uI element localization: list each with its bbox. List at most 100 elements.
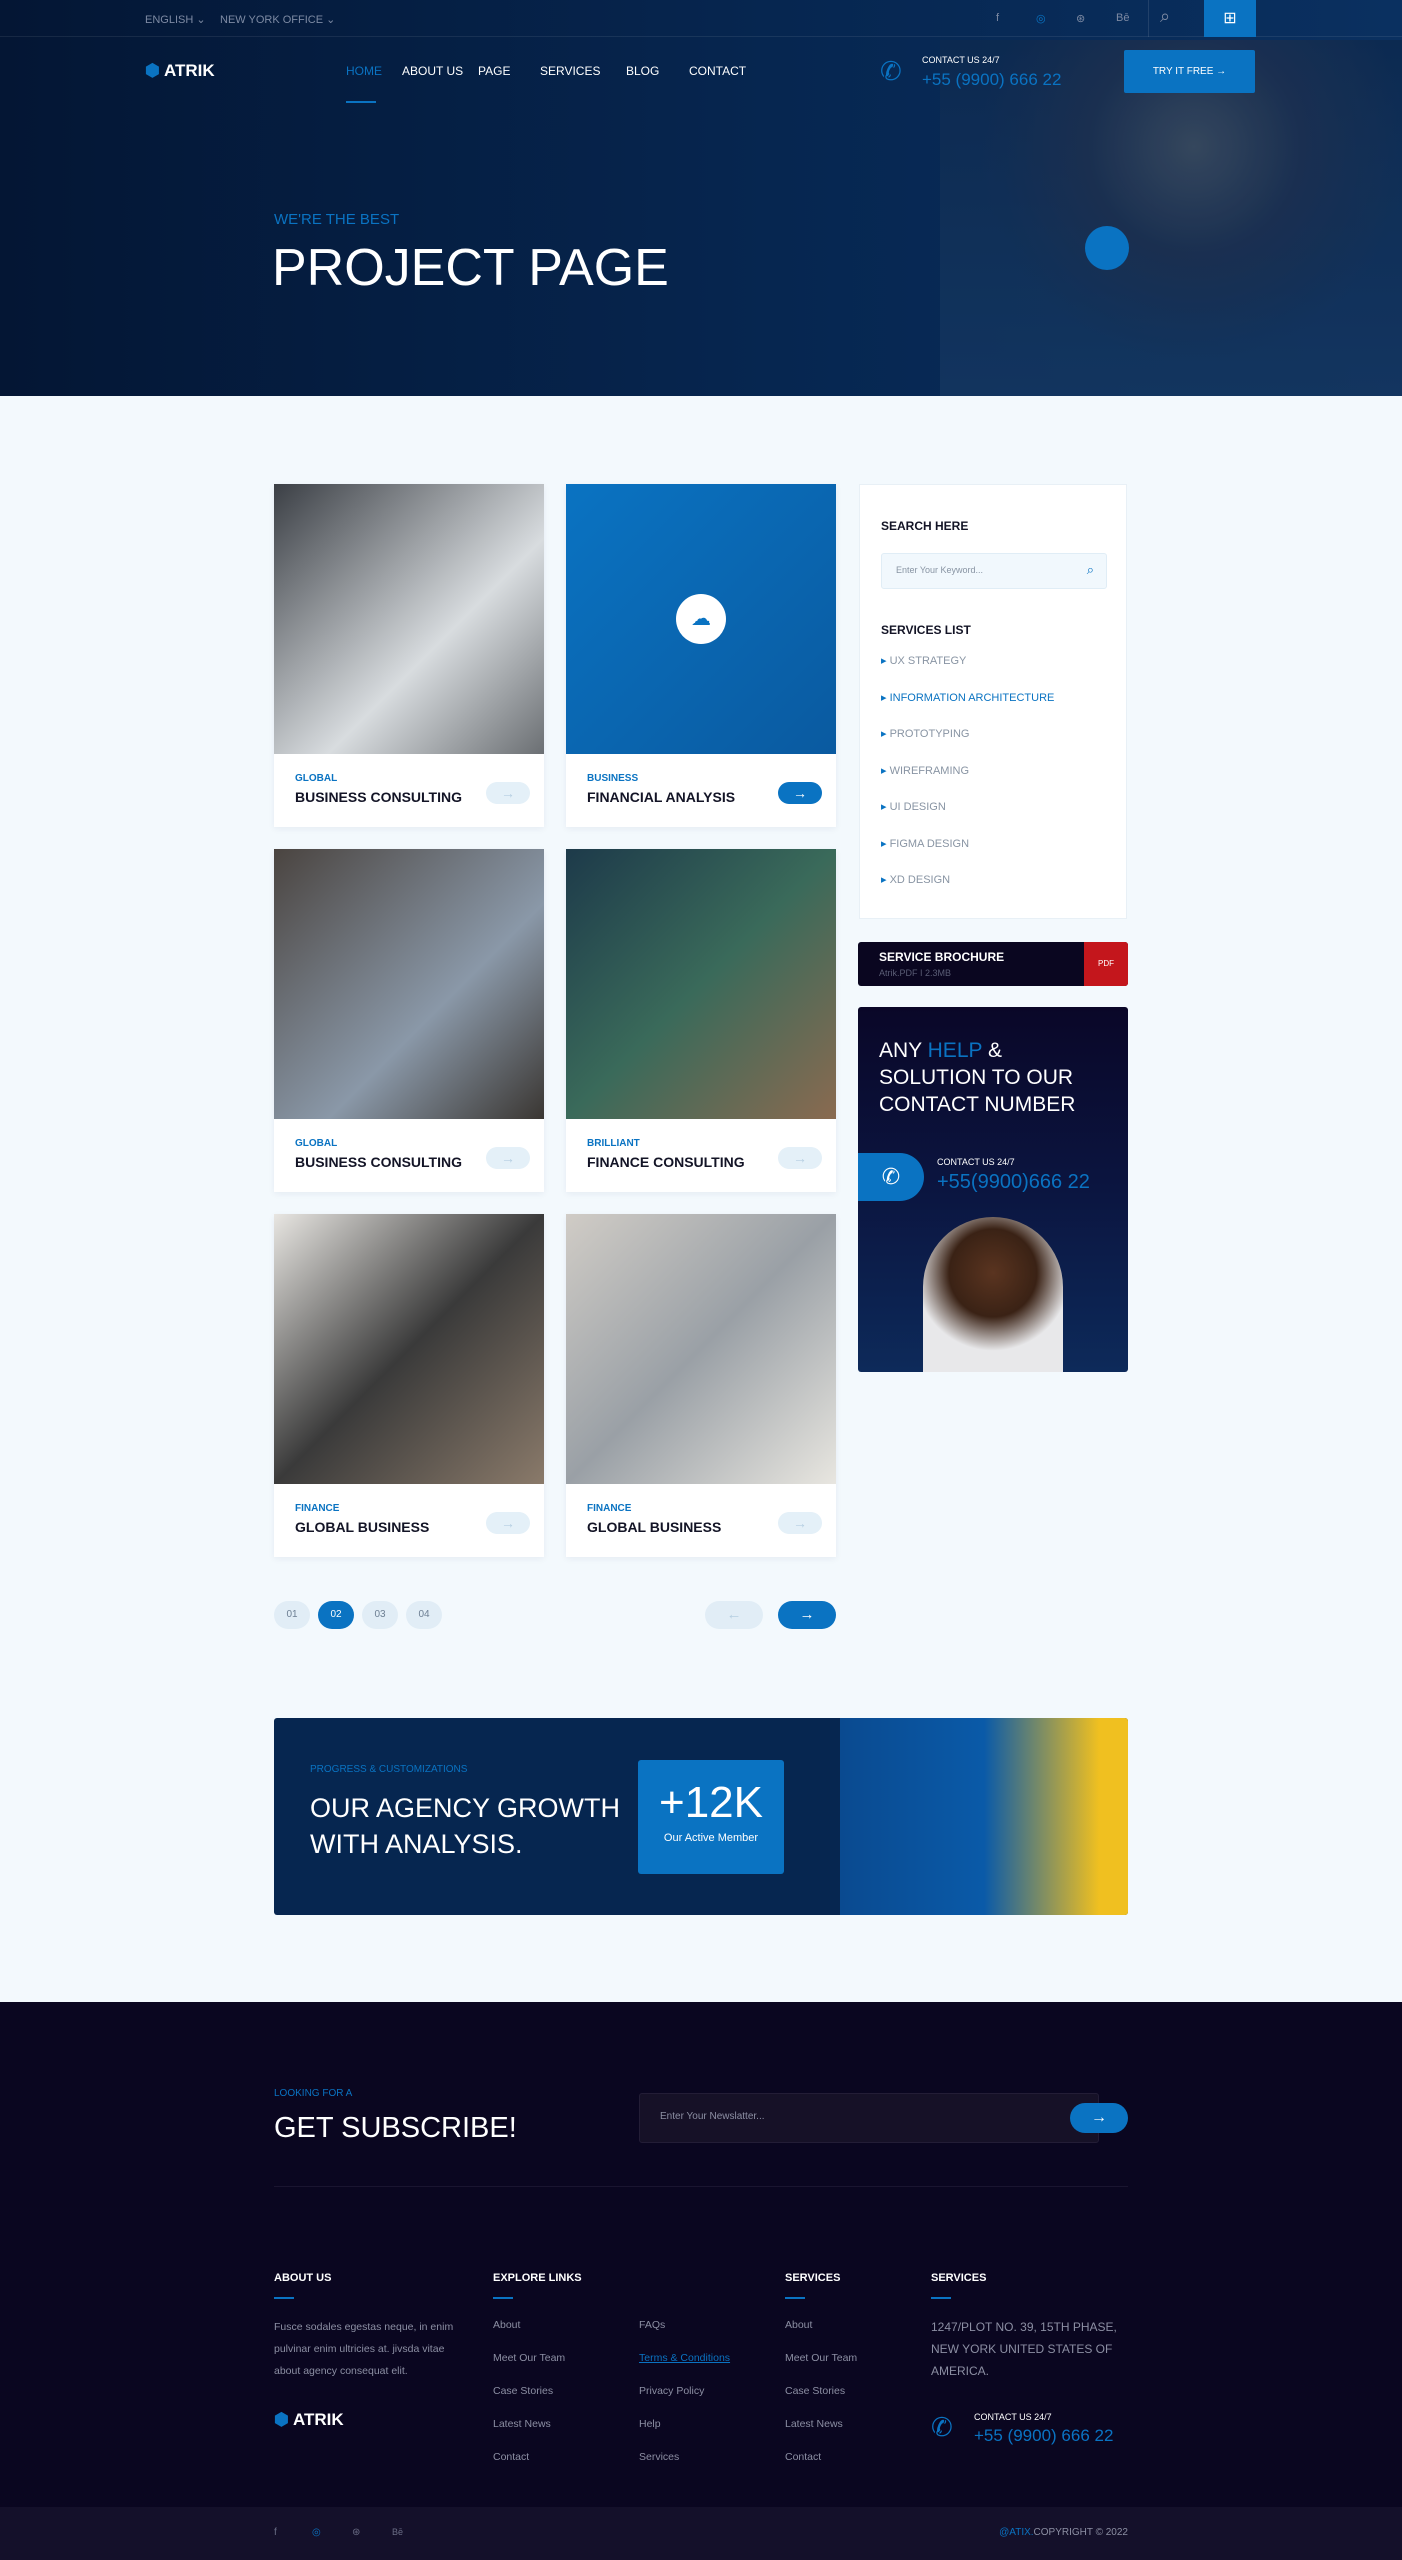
project-title[interactable]: GLOBAL BUSINESS [587, 1519, 721, 1535]
search-icon[interactable]: ⌕ [1160, 6, 1170, 27]
phone-icon: ✆ [880, 56, 902, 86]
nav-services[interactable]: SERVICES [540, 64, 600, 78]
facebook-icon[interactable]: f [274, 2527, 277, 2538]
banner-eyebrow: PROGRESS & CUSTOMIZATIONS [310, 1764, 468, 1775]
search-icon[interactable]: ⌕ [1087, 562, 1094, 578]
nav-blog[interactable]: BLOG [626, 64, 659, 78]
instagram-icon[interactable]: ◎ [1036, 12, 1046, 25]
office-select[interactable]: NEW YORK OFFICE ⌄ [220, 13, 335, 26]
project-category: FINANCE [295, 1503, 340, 1514]
search-title: SEARCH HERE [881, 519, 969, 533]
grid-menu-icon[interactable]: ⊞ [1204, 0, 1256, 37]
nav-home[interactable]: HOME [346, 64, 382, 78]
footer-link[interactable]: Meet Our Team [785, 2352, 857, 2364]
footer-link[interactable]: Case Stories [493, 2385, 553, 2397]
nav-contact[interactable]: CONTACT [689, 64, 746, 78]
search-input[interactable]: Enter Your Keyword... ⌕ [881, 553, 1107, 589]
page-3-button[interactable]: 03 [362, 1601, 398, 1629]
hero-decor-circle [1085, 226, 1129, 270]
service-link[interactable]: UI DESIGN [881, 800, 946, 813]
footer-address: 1247/PLOT NO. 39, 15TH PHASE, NEW YORK U… [931, 2320, 1117, 2378]
page-title: PROJECT PAGE [272, 239, 669, 297]
hero-eyebrow: WE'RE THE BEST [274, 211, 400, 228]
nav-about[interactable]: ABOUT US [402, 64, 463, 78]
copyright-brand[interactable]: @ATIX. [999, 2527, 1033, 2538]
dribbble-icon[interactable]: ⊛ [352, 2527, 360, 2538]
footer-link[interactable]: Contact [493, 2451, 529, 2463]
footer-link[interactable]: Help [639, 2418, 661, 2430]
language-select[interactable]: ENGLISH ⌄ [145, 13, 206, 26]
service-brochure[interactable]: SERVICE BROCHURE Atrik.PDF I 2.3MB PDF [858, 942, 1128, 986]
project-card[interactable]: GLOBAL BUSINESS CONSULTING → [274, 849, 544, 1192]
footer-link[interactable]: About [493, 2319, 520, 2331]
service-link[interactable]: XD DESIGN [881, 873, 951, 886]
logo[interactable]: ⬢ ATRIK [145, 61, 215, 81]
footer-link[interactable]: Privacy Policy [639, 2385, 704, 2397]
project-title[interactable]: GLOBAL BUSINESS [295, 1519, 429, 1535]
service-link[interactable]: FIGMA DESIGN [881, 837, 969, 850]
arrow-right-button[interactable]: → [486, 1512, 530, 1534]
footer-logo[interactable]: ⬢ ATRIK [274, 2410, 344, 2430]
project-card[interactable]: BRILLIANT FINANCE CONSULTING → [566, 849, 836, 1192]
project-title[interactable]: FINANCIAL ANALYSIS [587, 789, 735, 805]
header-phone[interactable]: +55 (9900) 666 22 [922, 70, 1061, 90]
hero-image [940, 40, 1402, 396]
arrow-right-button[interactable]: → [486, 1147, 530, 1169]
project-card[interactable]: GLOBAL BUSINESS CONSULTING → [274, 484, 544, 827]
facebook-icon[interactable]: f [996, 12, 999, 24]
page-2-button[interactable]: 02 [318, 1601, 354, 1629]
footer-phone[interactable]: +55 (9900) 666 22 [974, 2426, 1113, 2446]
footer-link[interactable]: FAQs [639, 2319, 665, 2331]
dribbble-icon[interactable]: ⊛ [1076, 12, 1085, 25]
try-it-free-button[interactable]: TRY IT FREE → [1124, 50, 1255, 93]
title-underline [493, 2297, 513, 2299]
footer-link[interactable]: Services [639, 2451, 679, 2463]
project-card[interactable]: ☁ BUSINESS FINANCIAL ANALYSIS → [566, 484, 836, 827]
project-card[interactable]: FINANCE GLOBAL BUSINESS → [274, 1214, 544, 1557]
arrow-right-button[interactable]: → [778, 1512, 822, 1534]
footer-link[interactable]: Contact [785, 2451, 821, 2463]
stat-box: +12K Our Active Member [638, 1760, 784, 1874]
behance-icon[interactable]: Bē [392, 2527, 403, 2537]
subscribe-button[interactable]: → [1070, 2103, 1128, 2133]
footer-link[interactable]: Meet Our Team [493, 2352, 565, 2364]
logo-text: ATRIK [163, 61, 215, 80]
next-page-button[interactable]: → [778, 1601, 836, 1629]
project-title[interactable]: FINANCE CONSULTING [587, 1154, 745, 1170]
footer-contact-label: CONTACT US 24/7 [974, 2412, 1052, 2422]
help-phone[interactable]: +55(9900)666 22 [937, 1171, 1090, 1194]
footer-explore-title: EXPLORE LINKS [493, 2272, 582, 2284]
newsletter-input[interactable]: Enter Your Newslatter... [639, 2093, 1099, 2143]
prev-page-button[interactable]: ← [705, 1601, 763, 1629]
phone-icon: ✆ [858, 1153, 924, 1201]
title-underline [785, 2297, 805, 2299]
arrow-right-button[interactable]: → [778, 1147, 822, 1169]
footer-link[interactable]: Terms & Conditions [639, 2352, 730, 2364]
project-title[interactable]: BUSINESS CONSULTING [295, 789, 462, 805]
stat-value: +12K [659, 1778, 763, 1827]
banner-image [840, 1718, 1128, 1915]
arrow-right-button[interactable]: → [778, 782, 822, 804]
footer-link[interactable]: About [785, 2319, 812, 2331]
nav-page[interactable]: PAGE [478, 64, 510, 78]
logo-icon: ⬢ [274, 2410, 289, 2429]
behance-icon[interactable]: Bē [1116, 12, 1129, 24]
service-link[interactable]: UX STRATEGY [881, 654, 967, 667]
instagram-icon[interactable]: ◎ [312, 2527, 321, 2538]
footer-link[interactable]: Latest News [785, 2418, 843, 2430]
project-card[interactable]: FINANCE GLOBAL BUSINESS → [566, 1214, 836, 1557]
footer [0, 2002, 1402, 2560]
arrow-right-button[interactable]: → [486, 782, 530, 804]
footer-bottom-bar: f ◎ ⊛ Bē @ATIX.COPYRIGHT © 2022 [0, 2507, 1402, 2560]
project-image [274, 849, 544, 1119]
page-4-button[interactable]: 04 [406, 1601, 442, 1629]
footer-link[interactable]: Latest News [493, 2418, 551, 2430]
hero: ENGLISH ⌄ NEW YORK OFFICE ⌄ f ◎ ⊛ Bē ⌕ ⊞… [0, 0, 1402, 396]
service-link[interactable]: PROTOTYPING [881, 727, 970, 740]
footer-about-text: Fusce sodales egestas neque, in enim pul… [274, 2321, 454, 2377]
page-1-button[interactable]: 01 [274, 1601, 310, 1629]
project-title[interactable]: BUSINESS CONSULTING [295, 1154, 462, 1170]
footer-link[interactable]: Case Stories [785, 2385, 845, 2397]
service-link[interactable]: INFORMATION ARCHITECTURE [881, 691, 1055, 704]
service-link[interactable]: WIREFRAMING [881, 764, 969, 777]
